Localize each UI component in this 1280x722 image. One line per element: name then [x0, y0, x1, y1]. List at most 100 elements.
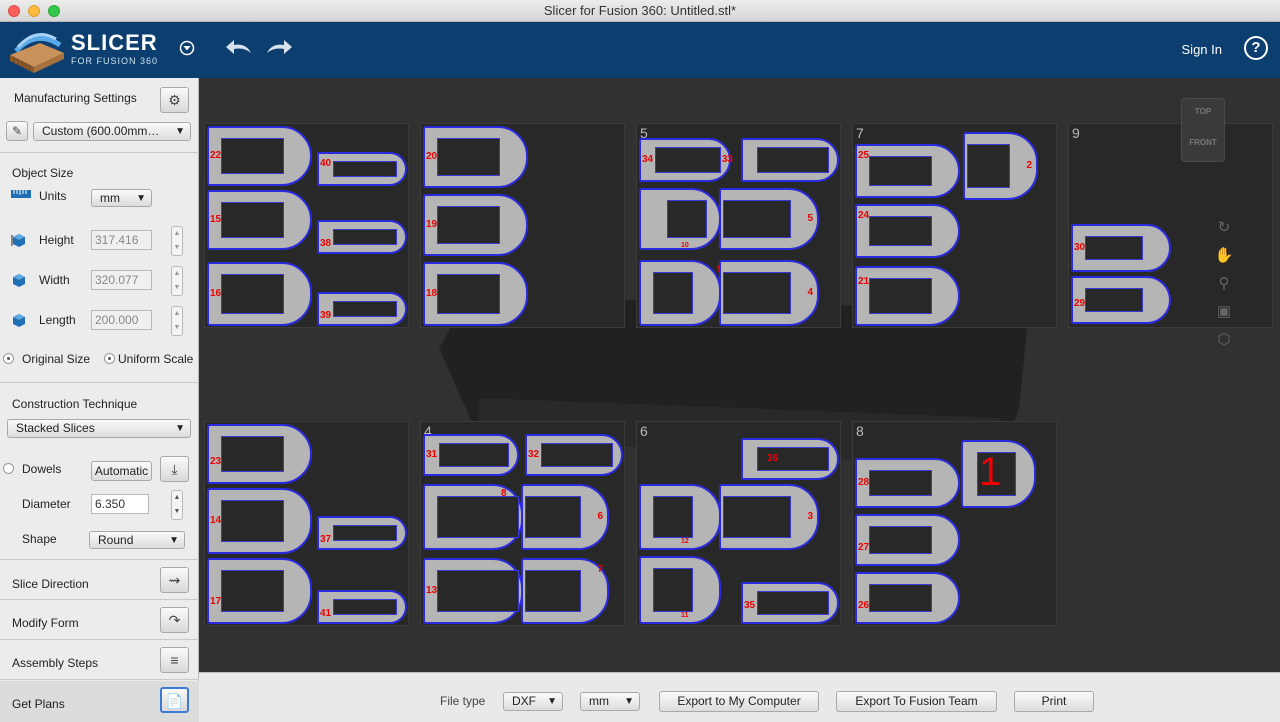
diameter-stepper[interactable]: ▲ ▼: [171, 490, 183, 520]
diameter-input[interactable]: 6.350: [91, 494, 149, 514]
part-29[interactable]: 29: [1071, 276, 1171, 324]
export-to-fusion-team-button[interactable]: Export To Fusion Team: [836, 691, 997, 712]
part-6[interactable]: 6: [521, 484, 609, 550]
part-22[interactable]: 22: [207, 126, 312, 186]
sheet-5[interactable]: 5 34 33 10 5 9 4: [636, 123, 841, 328]
sheet-7[interactable]: 7 25 24 21 2: [852, 123, 1057, 328]
slice-direction-icon[interactable]: ⇝: [160, 567, 189, 593]
width-input[interactable]: 320.077: [91, 270, 152, 290]
part-7[interactable]: 7: [521, 558, 609, 624]
close-window-button[interactable]: [8, 5, 20, 17]
shape-select[interactable]: Round ▼: [89, 531, 185, 549]
part-9[interactable]: 9: [639, 260, 723, 326]
assembly-steps-section[interactable]: Assembly Steps ≡: [0, 641, 199, 680]
sheet-2[interactable]: 2 23 14 17 37 41: [204, 421, 409, 626]
part-24[interactable]: 24: [855, 204, 960, 258]
part-27[interactable]: 27: [855, 514, 960, 566]
height-input[interactable]: 317.416: [91, 230, 152, 250]
zoom-magnifier-icon[interactable]: ⚲: [1212, 274, 1236, 302]
part-21[interactable]: 21: [855, 266, 960, 326]
part-40[interactable]: 40: [317, 152, 407, 186]
length-input[interactable]: 200.000: [91, 310, 152, 330]
dowel-place-icon[interactable]: ⤓: [160, 456, 189, 482]
original-size-radio[interactable]: [3, 353, 14, 364]
dowels-radio[interactable]: [3, 463, 14, 474]
part-41[interactable]: 41: [317, 590, 407, 624]
zoom-window-button[interactable]: [48, 5, 60, 17]
part-11[interactable]: 11: [639, 556, 721, 624]
part-20[interactable]: 20: [423, 126, 528, 188]
sheet-8[interactable]: 8 28 27 26 1: [852, 421, 1057, 626]
get-plans-icon[interactable]: 📄: [160, 687, 189, 713]
part-1[interactable]: 1: [961, 440, 1036, 508]
part-18[interactable]: 18: [423, 262, 528, 326]
part-26[interactable]: 26: [855, 572, 960, 624]
pan-hand-icon[interactable]: ✋: [1212, 246, 1236, 274]
view-cube-front[interactable]: FRONT: [1182, 116, 1224, 147]
technique-select[interactable]: Stacked Slices ▼: [7, 419, 191, 438]
view-cube-top[interactable]: TOP: [1182, 99, 1224, 116]
redo-icon[interactable]: [264, 37, 294, 57]
part-23[interactable]: 23: [207, 424, 312, 484]
part-33[interactable]: 33: [722, 138, 839, 182]
pencil-icon[interactable]: ✎: [6, 121, 28, 141]
part-12[interactable]: 12: [639, 484, 721, 550]
export-units-select[interactable]: mm ▼: [580, 692, 640, 711]
part-14[interactable]: 14: [207, 488, 312, 554]
sign-in-link[interactable]: Sign In: [1182, 42, 1222, 57]
undo-icon[interactable]: [224, 37, 254, 57]
part-32[interactable]: 32: [525, 434, 623, 476]
modify-form-icon[interactable]: ↷: [160, 607, 189, 633]
part-34[interactable]: 34: [639, 138, 731, 182]
width-stepper[interactable]: ▲ ▼: [171, 266, 183, 296]
part-4[interactable]: 4: [719, 260, 819, 326]
get-plans-section[interactable]: Get Plans 📄: [0, 681, 199, 722]
view-cube[interactable]: TOP FRONT: [1181, 98, 1225, 162]
dowels-automatic-button[interactable]: Automatic: [91, 461, 152, 481]
part-39[interactable]: 39: [317, 292, 407, 326]
sheet-1[interactable]: 22 15 16 40 38 39: [204, 123, 409, 328]
part-8[interactable]: 8: [423, 484, 523, 550]
part-15[interactable]: 15: [207, 190, 312, 250]
sheet-4[interactable]: 4 31 32 8 6 13 7: [420, 421, 625, 626]
diameter-label: Diameter: [22, 497, 71, 511]
file-type-select[interactable]: DXF ▼: [503, 692, 563, 711]
part-36[interactable]: 36: [741, 438, 839, 480]
part-19[interactable]: 19: [423, 194, 528, 256]
sheet-9[interactable]: 9 30 29: [1068, 123, 1273, 328]
part-2[interactable]: 2: [963, 132, 1038, 200]
zoom-fit-icon[interactable]: ▣: [1212, 302, 1236, 330]
part-35[interactable]: 35: [741, 582, 839, 624]
assembly-steps-icon[interactable]: ≡: [160, 647, 189, 673]
viewport-canvas[interactable]: 22 15 16 40 38 39 3 20 19 18 5 34 33 10 …: [199, 78, 1280, 672]
sheet-6[interactable]: 6 36 12 3 11 35: [636, 421, 841, 626]
part-3[interactable]: 3: [719, 484, 819, 550]
minimize-window-button[interactable]: [28, 5, 40, 17]
units-select[interactable]: mm ▼: [91, 189, 152, 207]
print-button[interactable]: Print: [1014, 691, 1094, 712]
part-16[interactable]: 16: [207, 262, 312, 326]
gear-icon[interactable]: ⚙: [160, 87, 189, 113]
part-31[interactable]: 31: [423, 434, 519, 476]
part-38[interactable]: 38: [317, 220, 407, 254]
chevron-down-icon[interactable]: [179, 40, 195, 56]
part-10[interactable]: 10: [639, 188, 721, 250]
uniform-scale-radio[interactable]: [104, 353, 115, 364]
height-stepper[interactable]: ▲ ▼: [171, 226, 183, 256]
modify-form-section[interactable]: Modify Form ↷: [0, 601, 199, 640]
help-icon[interactable]: ?: [1244, 36, 1268, 60]
orbit-icon[interactable]: ↻: [1212, 218, 1236, 246]
part-28[interactable]: 28: [855, 458, 960, 508]
part-5[interactable]: 5: [719, 188, 819, 250]
length-stepper[interactable]: ▲ ▼: [171, 306, 183, 336]
machine-preset-select[interactable]: Custom (600.00mm… ▼: [33, 122, 191, 141]
part-37[interactable]: 37: [317, 516, 407, 550]
part-17[interactable]: 17: [207, 558, 312, 624]
part-30[interactable]: 30: [1071, 224, 1171, 272]
home-view-icon[interactable]: ⬡: [1212, 330, 1236, 358]
export-to-computer-button[interactable]: Export to My Computer: [659, 691, 819, 712]
sheet-3[interactable]: 3 20 19 18: [420, 123, 625, 328]
slice-direction-section[interactable]: Slice Direction ⇝: [0, 561, 199, 600]
part-25[interactable]: 25: [855, 144, 960, 198]
part-13[interactable]: 13: [423, 558, 523, 624]
